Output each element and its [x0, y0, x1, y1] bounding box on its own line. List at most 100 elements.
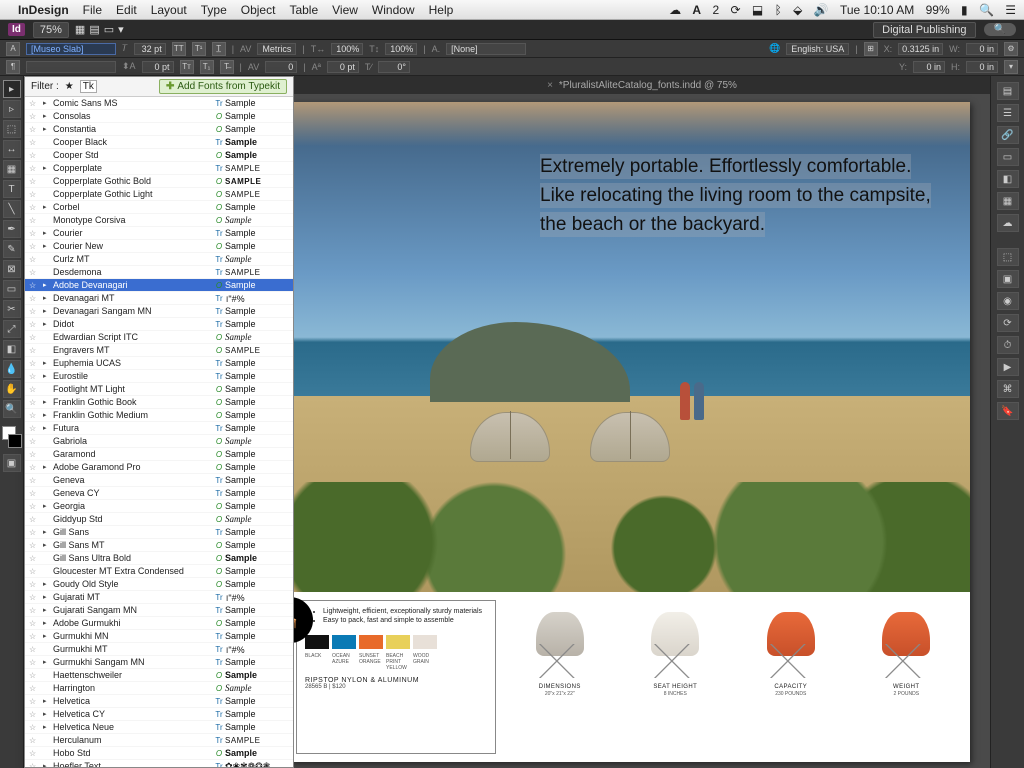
font-row[interactable]: ☆GenevaTrSample: [25, 474, 293, 487]
menu-window[interactable]: Window: [372, 3, 415, 17]
favorite-star-icon[interactable]: ☆: [29, 658, 43, 667]
pages-panel-icon[interactable]: ▤: [997, 82, 1019, 100]
buttons-panel-icon[interactable]: ◉: [997, 292, 1019, 310]
favorite-star-icon[interactable]: ☆: [29, 307, 43, 316]
y-field[interactable]: 0 in: [913, 61, 945, 73]
favorite-star-icon[interactable]: ☆: [29, 736, 43, 745]
favorite-star-icon[interactable]: ☆: [29, 255, 43, 264]
favorite-star-icon[interactable]: ☆: [29, 294, 43, 303]
favorite-star-icon[interactable]: ☆: [29, 281, 43, 290]
expand-arrow-icon[interactable]: ▸: [43, 242, 53, 250]
adobe-icon[interactable]: A: [692, 3, 701, 17]
notification-badge[interactable]: 2: [712, 3, 719, 17]
free-transform-tool[interactable]: ⤢: [3, 320, 21, 338]
expand-arrow-icon[interactable]: ▸: [43, 164, 53, 172]
favorite-star-icon[interactable]: ☆: [29, 580, 43, 589]
font-row[interactable]: ☆▸CourierTrSample: [25, 227, 293, 240]
favorite-star-icon[interactable]: ☆: [29, 385, 43, 394]
font-row[interactable]: ☆▸Helvetica NeueTrSample: [25, 721, 293, 734]
all-caps-icon[interactable]: TT: [172, 42, 186, 56]
document-tab[interactable]: *PluralistAliteCatalog_fonts.indd @ 75%: [559, 80, 737, 91]
expand-arrow-icon[interactable]: ▸: [43, 307, 53, 315]
favorite-star-icon[interactable]: ☆: [29, 99, 43, 108]
favorite-star-icon[interactable]: ☆: [29, 463, 43, 472]
favorite-star-icon[interactable]: ☆: [29, 203, 43, 212]
favorite-star-icon[interactable]: ☆: [29, 190, 43, 199]
scissors-tool[interactable]: ✂: [3, 300, 21, 318]
font-row[interactable]: ☆▸Goudy Old StyleOSample: [25, 578, 293, 591]
eyedropper-tool[interactable]: 💧: [3, 360, 21, 378]
favorite-star-icon[interactable]: ☆: [29, 125, 43, 134]
gradient-tool[interactable]: ◧: [3, 340, 21, 358]
line-tool[interactable]: ╲: [3, 200, 21, 218]
favorite-star-icon[interactable]: ☆: [29, 346, 43, 355]
favorite-star-icon[interactable]: ☆: [29, 216, 43, 225]
media-panel-icon[interactable]: ▶: [997, 358, 1019, 376]
expand-arrow-icon[interactable]: ▸: [43, 502, 53, 510]
dropbox-icon[interactable]: ⬓: [752, 3, 763, 17]
expand-arrow-icon[interactable]: ▸: [43, 320, 53, 328]
font-row[interactable]: ☆▸Helvetica CYTrSample: [25, 708, 293, 721]
pen-tool[interactable]: ✒: [3, 220, 21, 238]
font-row[interactable]: ☆Monotype CorsivaOSample: [25, 214, 293, 227]
sync-icon[interactable]: ⟳: [730, 3, 740, 17]
zoom-level[interactable]: 75%: [33, 22, 69, 38]
hand-tool[interactable]: ✋: [3, 380, 21, 398]
expand-arrow-icon[interactable]: ▸: [43, 372, 53, 380]
reference-point-icon[interactable]: ⊞: [864, 42, 878, 56]
stroke-swatch[interactable]: [8, 434, 22, 448]
chair-variant[interactable]: SEAT HEIGHT8 INCHES: [641, 606, 709, 697]
menu-help[interactable]: Help: [429, 3, 454, 17]
rectangle-tool[interactable]: ▭: [3, 280, 21, 298]
view-grid-icon[interactable]: ▤: [89, 23, 99, 36]
font-row[interactable]: ☆▸ConsolasOSample: [25, 110, 293, 123]
timing-panel-icon[interactable]: ⏱: [997, 336, 1019, 354]
font-row[interactable]: ☆HarringtonOSample: [25, 682, 293, 695]
favorites-filter-icon[interactable]: ★: [65, 81, 74, 92]
headline-text-frame[interactable]: Extremely portable. Effortlessly comfort…: [540, 152, 950, 239]
wifi-icon[interactable]: ⬙: [793, 3, 802, 17]
links-panel-icon[interactable]: 🔗: [997, 126, 1019, 144]
w-field[interactable]: 0 in: [966, 43, 998, 55]
favorite-star-icon[interactable]: ☆: [29, 502, 43, 511]
font-row[interactable]: ☆▸Courier NewOSample: [25, 240, 293, 253]
subscript-icon[interactable]: T₁: [200, 60, 214, 74]
font-row[interactable]: ☆▸DidotTrSample: [25, 318, 293, 331]
type-tool[interactable]: T: [3, 180, 21, 198]
favorite-star-icon[interactable]: ☆: [29, 671, 43, 680]
gap-tool[interactable]: ↔: [3, 140, 21, 158]
bluetooth-icon[interactable]: ᛒ: [775, 3, 782, 17]
overlays-panel-icon[interactable]: ⬚: [997, 248, 1019, 266]
font-row[interactable]: ☆▸GeorgiaOSample: [25, 500, 293, 513]
favorite-star-icon[interactable]: ☆: [29, 268, 43, 277]
font-row[interactable]: ☆▸Adobe Garamond ProOSample: [25, 461, 293, 474]
font-row[interactable]: ☆Cooper BlackTrSample: [25, 136, 293, 149]
app-name[interactable]: InDesign: [18, 3, 69, 17]
favorite-star-icon[interactable]: ☆: [29, 723, 43, 732]
font-row[interactable]: ☆Copperplate Gothic LightOSAMPLE: [25, 188, 293, 201]
favorite-star-icon[interactable]: ☆: [29, 489, 43, 498]
font-row[interactable]: ☆Footlight MT LightOSample: [25, 383, 293, 396]
font-row[interactable]: ☆HerculanumTrSAMPLE: [25, 734, 293, 747]
favorite-star-icon[interactable]: ☆: [29, 515, 43, 524]
font-row[interactable]: ☆▸HelveticaTrSample: [25, 695, 293, 708]
char-style-field[interactable]: [None]: [446, 43, 526, 55]
swatches-panel-icon[interactable]: ▦: [997, 192, 1019, 210]
notification-center-icon[interactable]: ☰: [1005, 3, 1016, 17]
favorite-star-icon[interactable]: ☆: [29, 541, 43, 550]
paragraph-mode-icon[interactable]: ¶: [6, 60, 20, 74]
direct-selection-tool[interactable]: ▹: [3, 100, 21, 118]
expand-arrow-icon[interactable]: ▸: [43, 580, 53, 588]
expand-arrow-icon[interactable]: ▸: [43, 632, 53, 640]
font-row[interactable]: ☆▸Devanagari MTTr।"#%: [25, 292, 293, 305]
hyperlinks-panel-icon[interactable]: ⌘: [997, 380, 1019, 398]
font-row[interactable]: ☆▸Gurmukhi Sangam MNTrSample: [25, 656, 293, 669]
expand-arrow-icon[interactable]: ▸: [43, 99, 53, 107]
favorite-star-icon[interactable]: ☆: [29, 710, 43, 719]
font-row[interactable]: ☆▸Gill Sans MTOSample: [25, 539, 293, 552]
rectangle-frame-tool[interactable]: ⊠: [3, 260, 21, 278]
battery-icon[interactable]: ▮: [961, 3, 968, 17]
bridge-icon[interactable]: ▦: [75, 23, 85, 36]
page-spread[interactable]: Extremely portable. Effortlessly comfort…: [294, 102, 970, 762]
favorite-star-icon[interactable]: ☆: [29, 593, 43, 602]
